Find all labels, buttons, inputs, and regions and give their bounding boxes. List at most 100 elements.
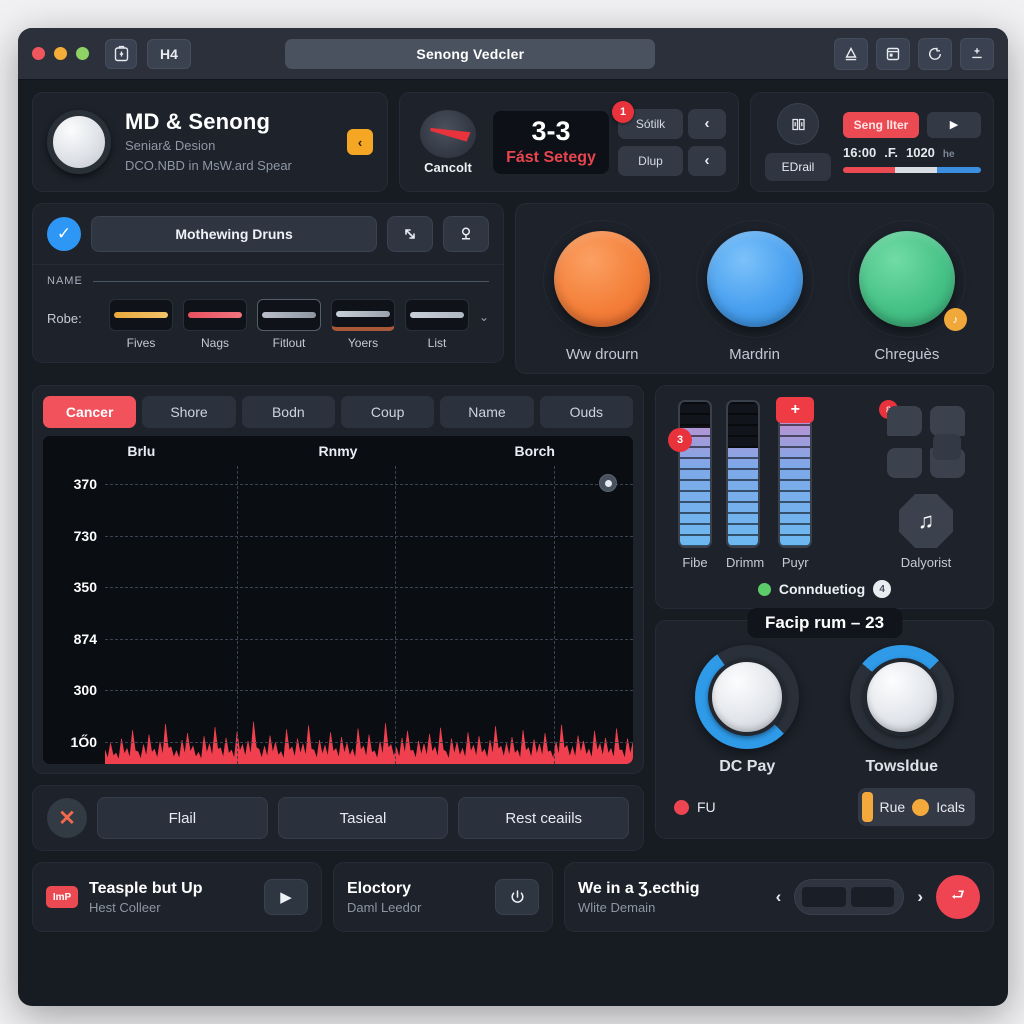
footer-card-3-sub: Wlite Demain	[578, 899, 656, 915]
fader-track[interactable]	[726, 400, 760, 548]
footer-action-button[interactable]: ⮐	[936, 875, 980, 919]
pad-item[interactable]: ♪ Chreguès	[847, 220, 967, 363]
pad-item[interactable]: Ww drourn	[543, 220, 662, 363]
status-text: Connduetiog	[778, 581, 866, 597]
close-icon-button[interactable]: ✕	[47, 798, 87, 838]
waveform-chart[interactable]: Brlu Rnmy Borch 370 730 350 874 300 1Ő0	[43, 436, 633, 764]
knob-ring[interactable]	[849, 645, 954, 749]
tab-cancer[interactable]: Cancer	[43, 396, 137, 428]
progress-bar[interactable]	[843, 166, 981, 173]
footer-prev-button[interactable]: ‹	[774, 887, 784, 907]
knob-ring[interactable]	[695, 645, 800, 749]
footer-card-2-text: Eloctory Daml Leedor	[347, 880, 484, 915]
refresh-icon-button[interactable]	[917, 37, 952, 70]
thumb-swatch[interactable]	[257, 299, 321, 331]
thumb-swatch[interactable]	[331, 299, 395, 331]
close-window-button[interactable]	[32, 47, 45, 60]
fader-item[interactable]: Drimm	[726, 400, 764, 570]
footer-slider[interactable]	[794, 879, 905, 915]
pad-button[interactable]	[554, 231, 651, 327]
tab-coup[interactable]: Coup	[340, 396, 435, 428]
toggle-ball[interactable]	[912, 798, 930, 816]
knob-caption: DC Pay	[719, 758, 776, 775]
thumb-swatch[interactable]	[109, 299, 173, 331]
gauge-row-top: Sótilk ‹	[618, 108, 726, 139]
list-item[interactable]: Yoers	[331, 299, 395, 350]
hero-title: MD & Senong	[125, 109, 271, 135]
tab-bodn[interactable]: Bodn	[241, 396, 335, 428]
tab-shore[interactable]: Shore	[142, 396, 236, 428]
knob-face[interactable]	[708, 658, 787, 736]
divider	[92, 280, 490, 282]
pad-button[interactable]	[858, 231, 955, 327]
clipboard-icon-button[interactable]	[105, 38, 137, 69]
knob-item[interactable]: Towsldue	[849, 645, 954, 776]
search-input[interactable]: Mothewing Druns	[91, 216, 378, 252]
pad-music-badge[interactable]: ♪	[943, 308, 967, 331]
fader-track[interactable]	[678, 400, 712, 548]
adjust-icon-button[interactable]	[959, 37, 994, 70]
chart-gridline-vertical	[395, 466, 397, 764]
edrail-button[interactable]: EDrail	[765, 153, 831, 181]
list-item[interactable]: Fives	[109, 299, 173, 350]
fader-add-button[interactable]: +	[776, 397, 815, 423]
pad-caption: Ww drourn	[565, 346, 639, 363]
dpad-control[interactable]	[887, 406, 965, 478]
knob-face[interactable]	[862, 658, 941, 736]
chart-col-header: Borch	[514, 443, 555, 459]
media-play-button[interactable]: ▶	[927, 111, 981, 138]
flail-button[interactable]: Flail	[97, 797, 268, 839]
robe-label: Robe:	[47, 311, 82, 326]
footer-next-button[interactable]: ›	[915, 887, 925, 907]
tab-ouds[interactable]: Ouds	[539, 396, 633, 428]
record-indicator-icon[interactable]	[599, 474, 617, 492]
fader-item[interactable]: 3 Fibe	[668, 400, 712, 570]
segmented-toggle[interactable]: Rue Icals	[857, 788, 975, 826]
tab-name[interactable]: Name	[440, 396, 534, 428]
gauge-pill-bottom[interactable]: Dlup	[618, 145, 683, 176]
pad-button[interactable]	[706, 231, 803, 327]
top-row: MD & Senong Seniar& Desion DCO.NBD in Ms…	[32, 92, 994, 192]
media-left: EDrail	[763, 103, 833, 181]
pad-item[interactable]: Mardrin	[695, 220, 814, 363]
chevron-down-icon[interactable]: ⌄	[479, 299, 489, 324]
music-note-icon-button[interactable]: ♫	[899, 494, 953, 548]
list-item[interactable]: List	[405, 299, 469, 350]
upload-icon-button[interactable]	[833, 37, 868, 70]
tasieal-button[interactable]: Tasieal	[277, 797, 449, 839]
gauge-prev-bottom-button[interactable]: ‹	[688, 145, 726, 176]
gauge-prev-top-button[interactable]: ‹	[688, 108, 726, 139]
h4-button[interactable]: H4	[147, 38, 191, 69]
action-bar: ✕ Flail Tasieal Rest ceaiils	[32, 785, 644, 851]
gauge-badge: 1	[612, 100, 634, 123]
dpad-top-left[interactable]	[887, 406, 922, 436]
chart-tabs: Cancer Shore Bodn Coup Name Ouds	[43, 396, 633, 428]
list-item[interactable]: Nags	[183, 299, 247, 350]
dpad-top-right[interactable]	[930, 406, 965, 436]
hero-back-chip[interactable]: ‹	[347, 129, 373, 155]
chart-plot-area: 370 730 350 874 300 1Ő0	[43, 466, 633, 764]
time-right: 1020	[905, 144, 935, 160]
thumb-swatch[interactable]	[183, 299, 247, 331]
stamp-icon-button[interactable]	[443, 216, 490, 252]
gauge-group: Cancolt	[412, 109, 484, 175]
dpad-center[interactable]	[933, 434, 961, 460]
check-icon[interactable]: ✓	[47, 217, 81, 251]
footer-play-button[interactable]: ▶	[264, 879, 308, 915]
window-icon-button[interactable]	[875, 37, 910, 70]
seng-liter-button[interactable]: Seng lIter	[843, 111, 919, 138]
thumb-swatch[interactable]	[405, 299, 469, 331]
octo-caption: Dalyorist	[900, 555, 952, 570]
power-icon-button[interactable]	[495, 879, 539, 915]
hero-knob[interactable]	[47, 110, 111, 174]
dpad-bottom-left[interactable]	[887, 448, 922, 478]
maximize-window-button[interactable]	[76, 47, 89, 60]
library-icon-button[interactable]	[777, 103, 819, 145]
list-item[interactable]: Fitlout	[257, 299, 321, 350]
resize-icon-button[interactable]	[387, 216, 434, 252]
knob-item[interactable]: DC Pay	[695, 645, 800, 776]
toggle-handle[interactable]	[861, 792, 873, 822]
fader-item[interactable]: + Puyr	[776, 397, 815, 570]
minimize-window-button[interactable]	[54, 47, 67, 60]
rest-ceaiils-button[interactable]: Rest ceaiils	[458, 797, 630, 839]
